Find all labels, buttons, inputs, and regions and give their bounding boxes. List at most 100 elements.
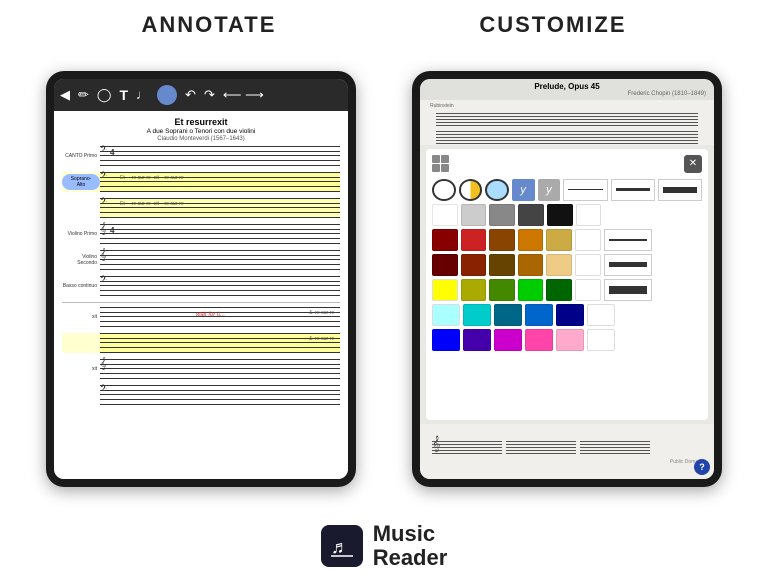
text-tool-icon[interactable]: T	[119, 87, 128, 103]
bottom-music-preview: 𝄞	[424, 435, 710, 467]
right-sheet-preview: Rubinstein	[420, 100, 714, 145]
staff-lines-basso: 𝄢	[100, 276, 340, 296]
line-medium-2[interactable]	[604, 229, 652, 251]
swatch-row7-6[interactable]	[587, 329, 615, 351]
swatch-darkred[interactable]	[432, 229, 458, 251]
swatch-row-4	[432, 254, 702, 276]
annotate-heading: ANNOTATE	[141, 12, 276, 38]
line-style-thin[interactable]	[563, 179, 607, 201]
staff-label-bottom3: xit	[62, 366, 100, 372]
color-indicator[interactable]	[157, 85, 177, 105]
swatch-red[interactable]	[461, 229, 487, 251]
staff-label-violin1: Violino Primo	[62, 231, 100, 237]
sheet-music-area: Et resurrexit A due Soprani o Tenori con…	[54, 111, 348, 479]
swatch-teal[interactable]	[494, 304, 522, 326]
logo-area: ♬ Music Reader	[321, 514, 448, 576]
swatch-white[interactable]	[432, 204, 458, 226]
line-spacer-2	[655, 204, 702, 226]
staff-row-bottom-highlighted: & re-sur-re-	[62, 333, 340, 353]
swatch-orange[interactable]	[518, 229, 544, 251]
staff-row-violin1: Violino Primo 𝄞 4	[62, 224, 340, 244]
staff-lines-soprano: 𝄢 Et re-sur-re- xit re-sur-re-	[100, 172, 340, 192]
swatch-darkorange[interactable]	[518, 254, 544, 276]
back-icon[interactable]: ◀	[60, 87, 70, 103]
swatch-brightblue[interactable]	[432, 329, 460, 351]
swatch-brown[interactable]	[489, 229, 515, 251]
note-icon[interactable]: ♩	[136, 87, 149, 102]
swatch-blue[interactable]	[525, 304, 553, 326]
line-style-thick[interactable]	[658, 179, 702, 201]
swatch-y-blue[interactable]: y	[512, 179, 535, 201]
swatch-nearblack[interactable]	[547, 204, 573, 226]
swatch-row6-6[interactable]	[587, 304, 615, 326]
rubinstein-label: Rubinstein	[430, 103, 454, 109]
swatch-hotpink[interactable]	[525, 329, 553, 351]
staff-label-bottom1: xit	[62, 314, 100, 320]
undo-icon[interactable]: ↶	[185, 87, 196, 103]
swatch-row-5	[432, 279, 702, 301]
public-domain-text: Public Domain	[432, 459, 702, 465]
swatch-lightgray[interactable]	[461, 204, 487, 226]
swatch-row-2	[432, 204, 702, 226]
swatch-lightan[interactable]	[546, 254, 572, 276]
right-bottom-preview: 𝄞	[420, 424, 714, 479]
help-button[interactable]: ?	[694, 459, 710, 475]
right-piece-title: Prelude, Opus 45 Frederic Chopin (1810–1…	[428, 82, 706, 97]
swatch-tan[interactable]	[546, 229, 572, 251]
staff-lines-bottom1: wait for it... & re-sur-re-	[100, 307, 340, 327]
swatch-row2-6[interactable]	[576, 204, 602, 226]
swatch-rust[interactable]	[461, 254, 487, 276]
swatch-row4-6[interactable]	[575, 254, 601, 276]
swatch-navy[interactable]	[556, 304, 584, 326]
swatch-darkbrown[interactable]	[489, 254, 515, 276]
swatch-row-special: y y	[432, 179, 702, 201]
swatch-green[interactable]	[518, 279, 544, 301]
logo-name-top: Music	[373, 522, 448, 546]
swatch-white-circle[interactable]	[432, 179, 456, 201]
circle-tool-icon[interactable]: ◯	[97, 87, 112, 103]
right-composer-text: Frederic Chopin (1810–1849)	[428, 91, 706, 97]
staff-lines-bottom3: 𝄞	[100, 359, 340, 379]
grid-icon[interactable]	[432, 155, 450, 173]
palette-header: ✕	[432, 155, 702, 173]
swatch-blue-circle[interactable]	[485, 179, 509, 201]
preview-music-staff	[428, 100, 706, 144]
wait-text: wait for it...	[196, 312, 225, 318]
swatch-yellow[interactable]	[432, 279, 458, 301]
swatch-maroon[interactable]	[432, 254, 458, 276]
swatch-gray[interactable]	[489, 204, 515, 226]
close-palette-button[interactable]: ✕	[684, 155, 702, 173]
swatch-purple[interactable]	[463, 329, 491, 351]
app-logo-icon: ♬	[321, 525, 363, 567]
line-verythick[interactable]	[604, 279, 652, 301]
swatch-row5-6[interactable]	[575, 279, 601, 301]
line-thick-2[interactable]	[604, 254, 652, 276]
staff-row-bottom4: 𝄢	[62, 385, 340, 405]
swatch-darkgray[interactable]	[518, 204, 544, 226]
staff-label-violin2: Violino Secondo	[62, 254, 100, 266]
swatch-lightcyan[interactable]	[432, 304, 460, 326]
tablets-container: ◀ ✏ ◯ T ♩ ↶ ↷ ⟵ ⟶ Et resurrexit A due So…	[0, 44, 768, 514]
swatch-magenta[interactable]	[494, 329, 522, 351]
pencil-icon[interactable]: ✏	[78, 87, 89, 103]
bottom-staff-2	[506, 437, 576, 457]
redo-icon[interactable]: ↷	[204, 87, 215, 103]
preview-staff-row2	[436, 128, 698, 144]
swatch-row3-6[interactable]	[575, 229, 601, 251]
right-top-bar: Prelude, Opus 45 Frederic Chopin (1810–1…	[420, 79, 714, 100]
staff-label-canto: CANTO Primo	[62, 153, 100, 159]
swatch-olive[interactable]	[461, 279, 487, 301]
line-style-medium[interactable]	[611, 179, 655, 201]
swatch-darkgreen[interactable]	[489, 279, 515, 301]
annotate-screen: ◀ ✏ ◯ T ♩ ↶ ↷ ⟵ ⟶ Et resurrexit A due So…	[54, 79, 348, 479]
swatch-y-gray[interactable]: y	[538, 179, 561, 201]
swatch-cyan[interactable]	[463, 304, 491, 326]
arrows-icon[interactable]: ⟵ ⟶	[223, 87, 264, 103]
swatch-yellow-circle[interactable]	[459, 179, 483, 201]
swatch-forestgreen[interactable]	[546, 279, 572, 301]
staff-lines-violin1: 𝄞 4	[100, 224, 340, 244]
swatch-row-7	[432, 329, 702, 351]
staff-row-continuation: 𝄢 Et re-sur-re- xit re-sur-re-	[62, 198, 340, 218]
swatch-lightpink[interactable]	[556, 329, 584, 351]
customize-screen-inner: Prelude, Opus 45 Frederic Chopin (1810–1…	[420, 79, 714, 479]
